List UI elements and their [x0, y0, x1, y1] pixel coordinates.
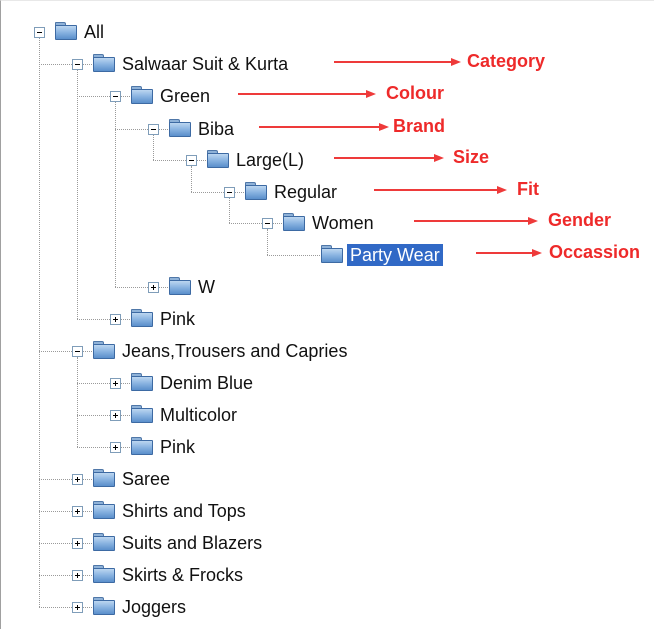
tree-connector-line — [39, 511, 92, 512]
folder-icon — [93, 341, 115, 359]
tree-connector-line — [77, 319, 130, 320]
tree-node-label[interactable]: Suits and Blazers — [119, 532, 265, 554]
folder-icon — [93, 469, 115, 487]
annotation-label: Size — [453, 147, 490, 167]
expand-toggle-icon[interactable] — [72, 602, 83, 613]
folder-icon — [93, 533, 115, 551]
tree-trunk-line — [77, 357, 78, 447]
tree-trunk-line — [267, 229, 268, 255]
annotation-arrow — [334, 154, 444, 162]
annotation-arrow — [374, 186, 507, 194]
folder-icon — [55, 22, 77, 40]
tree-node-label[interactable]: Saree — [119, 468, 173, 490]
tree-trunk-line — [191, 166, 192, 192]
annotation-label: Colour — [386, 83, 444, 103]
folder-icon — [93, 54, 115, 72]
tree-node-label[interactable]: Multicolor — [157, 404, 240, 426]
annotation-label: Category — [467, 51, 546, 71]
tree-connector-line — [191, 192, 244, 193]
tree-connector-line — [115, 129, 168, 130]
tree-node-label[interactable]: W — [195, 276, 218, 298]
folder-icon — [131, 405, 153, 423]
folder-icon — [131, 373, 153, 391]
folder-icon — [131, 309, 153, 327]
tree-connector-line — [39, 607, 92, 608]
collapse-toggle-icon[interactable] — [186, 155, 197, 166]
folder-icon — [93, 565, 115, 583]
tree-node-label[interactable]: Pink — [157, 436, 198, 458]
tree-trunk-line — [39, 38, 40, 607]
tree-node-label[interactable]: Party Wear — [347, 244, 443, 266]
expand-toggle-icon[interactable] — [72, 538, 83, 549]
tree-connector-line — [39, 351, 92, 352]
tree-node-label[interactable]: Salwaar Suit & Kurta — [119, 53, 291, 75]
tree-connector-line — [77, 383, 130, 384]
collapse-toggle-icon[interactable] — [34, 27, 45, 38]
tree-node-label[interactable]: Skirts & Frocks — [119, 564, 246, 586]
tree-node-label[interactable]: Jeans,Trousers and Capries — [119, 340, 350, 362]
expand-toggle-icon[interactable] — [110, 410, 121, 421]
tree-connector-line — [115, 287, 168, 288]
expand-toggle-icon[interactable] — [110, 442, 121, 453]
tree-trunk-line — [115, 102, 116, 287]
tree-connector-line — [267, 255, 320, 256]
tree-connector-line — [77, 415, 130, 416]
category-tree-view[interactable]: All Salwaar Suit & Kurta Green Biba Large(L)… — [0, 0, 654, 629]
expand-toggle-icon[interactable] — [72, 570, 83, 581]
folder-icon — [131, 437, 153, 455]
annotation-arrow — [414, 217, 538, 225]
tree-node-label[interactable]: Joggers — [119, 596, 189, 618]
tree-node-label[interactable]: Green — [157, 85, 213, 107]
folder-icon — [169, 119, 191, 137]
expand-toggle-icon[interactable] — [110, 314, 121, 325]
folder-icon — [131, 86, 153, 104]
collapse-toggle-icon[interactable] — [262, 218, 273, 229]
expand-toggle-icon[interactable] — [72, 474, 83, 485]
annotation-label: Occassion — [549, 242, 641, 262]
annotation-label: Fit — [517, 179, 539, 199]
folder-icon — [283, 213, 305, 231]
tree-node-label[interactable]: Regular — [271, 181, 340, 203]
annotation-label: Brand — [393, 116, 446, 136]
tree-trunk-line — [153, 135, 154, 160]
tree-trunk-line — [77, 70, 78, 319]
folder-icon — [169, 277, 191, 295]
tree-trunk-line — [229, 198, 230, 223]
expand-toggle-icon[interactable] — [148, 282, 159, 293]
tree-connector-line — [229, 223, 282, 224]
tree-connector-line — [77, 447, 130, 448]
tree-connector-line — [77, 96, 130, 97]
tree-node-label[interactable]: Denim Blue — [157, 372, 256, 394]
collapse-toggle-icon[interactable] — [224, 187, 235, 198]
tree-node-label[interactable]: Biba — [195, 118, 237, 140]
folder-icon — [93, 597, 115, 615]
folder-icon — [93, 501, 115, 519]
tree-connector-line — [39, 543, 92, 544]
folder-icon — [245, 182, 267, 200]
annotation-arrow — [476, 249, 542, 257]
expand-toggle-icon[interactable] — [110, 378, 121, 389]
collapse-toggle-icon[interactable] — [148, 124, 159, 135]
folder-icon — [321, 245, 343, 263]
tree-connector-line — [39, 479, 92, 480]
collapse-toggle-icon[interactable] — [72, 59, 83, 70]
annotation-arrow — [259, 123, 389, 131]
collapse-toggle-icon[interactable] — [72, 346, 83, 357]
tree-connector-line — [39, 64, 92, 65]
expand-toggle-icon[interactable] — [72, 506, 83, 517]
tree-node-label[interactable]: Pink — [157, 308, 198, 330]
tree-connector-line — [39, 575, 92, 576]
collapse-toggle-icon[interactable] — [110, 91, 121, 102]
tree-node-label[interactable]: Women — [309, 212, 377, 234]
tree-connector-line — [153, 160, 206, 161]
folder-icon — [207, 150, 229, 168]
annotation-arrow — [238, 90, 376, 98]
tree-node-label[interactable]: Shirts and Tops — [119, 500, 249, 522]
tree-node-label[interactable]: Large(L) — [233, 149, 307, 171]
tree-node-label[interactable]: All — [81, 21, 107, 43]
annotation-label: Gender — [548, 210, 612, 230]
annotation-arrow — [334, 58, 461, 66]
